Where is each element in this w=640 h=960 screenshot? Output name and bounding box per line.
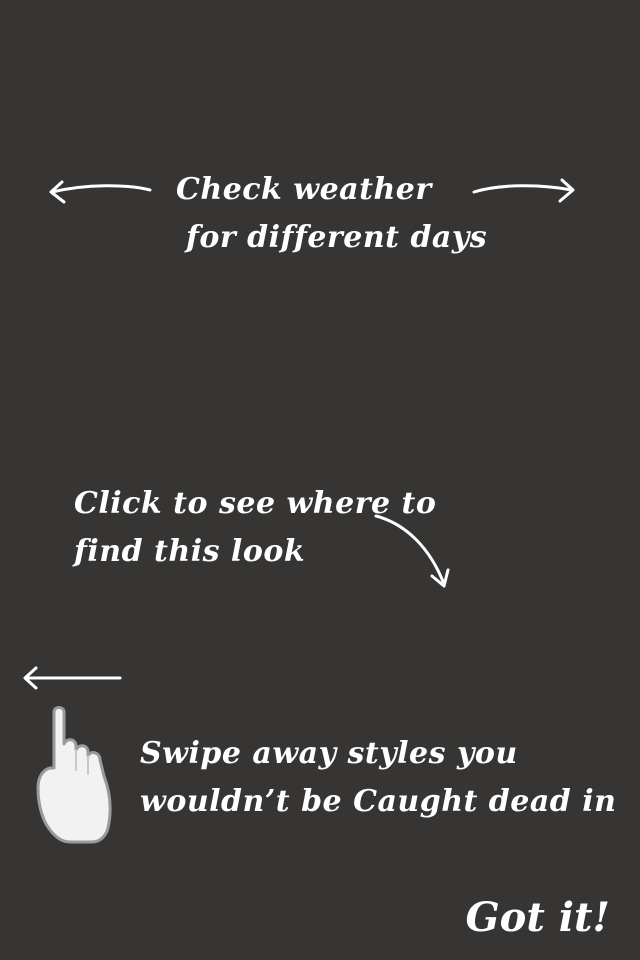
weather-hint-line2: for different days: [186, 220, 488, 255]
swipe-hint-line2: wouldn’t be Caught dead in: [140, 784, 617, 819]
pointing-hand-icon: [36, 706, 112, 844]
swipe-hint: Swipe away styles you wouldn’t be Caught…: [140, 730, 616, 826]
curved-arrow-down-icon: [374, 514, 450, 588]
arrow-left-icon: [49, 180, 152, 204]
got-it-button[interactable]: Got it!: [466, 890, 610, 946]
arrow-left-icon: [23, 666, 122, 690]
swipe-hint-line1: Swipe away styles you: [140, 736, 518, 771]
weather-hint: Check weather for different days: [176, 166, 487, 262]
weather-hint-line1: Check weather: [176, 172, 432, 207]
